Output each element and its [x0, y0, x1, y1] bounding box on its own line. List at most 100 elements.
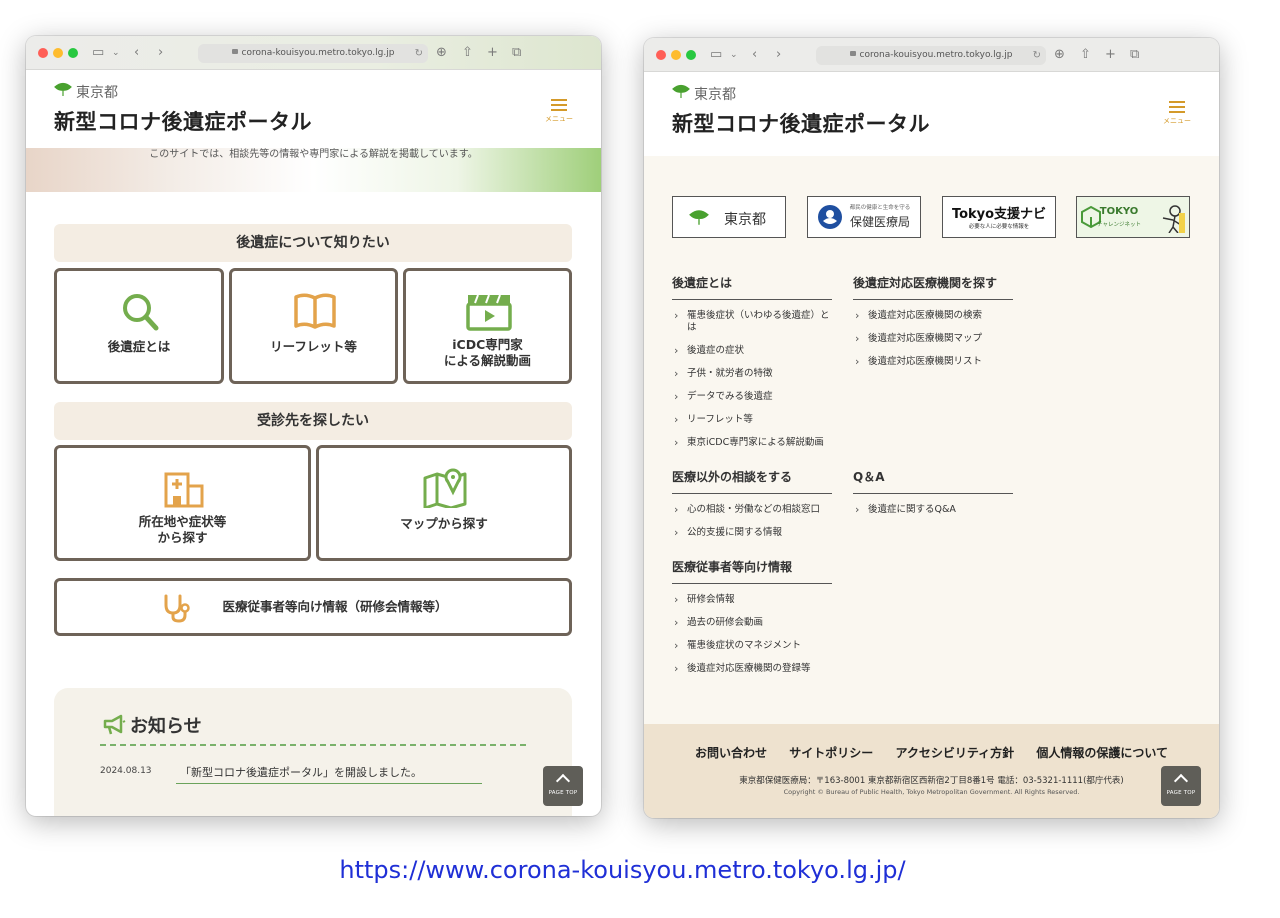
footer-link-site-policy[interactable]: サイトポリシー [789, 746, 873, 760]
new-tab-icon[interactable]: + [1105, 46, 1116, 64]
sitemap-link[interactable]: 後遺症対応医療機関マップ [853, 333, 1013, 345]
card-about-sequelae[interactable]: 後遺症とは [54, 268, 224, 384]
sitemap-link[interactable]: 後遺症に関するQ&A [853, 504, 1013, 516]
address-bar[interactable]: corona-kouisyou.metro.tokyo.lg.jp ↻ [198, 44, 428, 63]
footer-links: お問い合わせ サイトポリシー アクセシビリティ方針 個人情報の保護について [644, 744, 1219, 761]
zoom-window-button[interactable] [686, 50, 696, 60]
sitemap-link[interactable]: 公的支援に関する情報 [672, 527, 832, 539]
address-text: corona-kouisyou.metro.tokyo.lg.jp [859, 50, 1013, 60]
card-search-by-map[interactable]: マップから探す [316, 445, 572, 561]
page-top-button[interactable]: PAGE TOP [1161, 766, 1201, 806]
back-icon[interactable]: ‹ [752, 46, 757, 64]
logo-subtext: 都民の健康と生命を守る [849, 205, 911, 211]
hero-text: このサイトでは、相談先等の情報や専門家による解説を掲載しています。 [149, 149, 478, 160]
news-date: 2024.08.13 [100, 766, 152, 776]
chevron-down-icon[interactable]: ⌄ [112, 44, 120, 62]
menu-button[interactable]: メニュー [545, 96, 573, 124]
minimize-window-button[interactable] [53, 48, 63, 58]
card-search-by-location[interactable]: 所在地や症状等 から探す [54, 445, 311, 561]
sitemap-link[interactable]: 罹患後症状（いわゆる後遺症）とは [672, 310, 832, 334]
card-leaflets[interactable]: リーフレット等 [229, 268, 398, 384]
notice-title: お知らせ [130, 716, 202, 737]
new-tab-icon[interactable]: + [487, 44, 498, 62]
logo-tokyo-shien-navi[interactable]: Tokyo支援ナビ 必要な人に必要な情報を [942, 196, 1056, 238]
sitemap-heading[interactable]: 後遺症とは [672, 274, 832, 300]
close-window-button[interactable] [656, 50, 666, 60]
logo-hokeniryo[interactable]: 都民の健康と生命を守る 保健医療局 [807, 196, 921, 238]
card-icdc-video[interactable]: iCDC専門家 による解説動画 [403, 268, 572, 384]
forward-icon[interactable]: › [776, 46, 781, 64]
sitemap-column-professionals: 医療従事者等向け情報 研修会情報 過去の研修会動画 罹患後症状のマネジメント 後… [672, 558, 832, 686]
video-clapper-icon [466, 294, 512, 331]
sitemap-link[interactable]: 後遺症対応医療機関リスト [853, 356, 1013, 368]
card-label-line1: iCDC専門家 [452, 337, 523, 352]
sitemap-link[interactable]: 研修会情報 [672, 594, 832, 606]
card-label-line2: から探す [157, 530, 208, 545]
forward-icon[interactable]: › [158, 44, 163, 62]
card-label: リーフレット等 [270, 339, 357, 354]
search-icon [123, 294, 159, 331]
sitemap-column-about: 後遺症とは 罹患後症状（いわゆる後遺症）とは 後遺症の症状 子供・就労者の特徴 … [672, 274, 832, 460]
download-icon[interactable]: ⊕ [436, 44, 447, 62]
page-top-button[interactable]: PAGE TOP [543, 766, 583, 806]
sitemap-heading[interactable]: Q＆A [853, 468, 1013, 494]
news-link[interactable]: 「新型コロナ後遺症ポータル」を開設しました。 [176, 764, 482, 784]
page-top-label: PAGE TOP [548, 790, 578, 796]
browser-window-right: ▭ ⌄ ‹ › corona-kouisyou.metro.tokyo.lg.j… [644, 38, 1219, 818]
zoom-window-button[interactable] [68, 48, 78, 58]
hospital-icon [164, 472, 204, 508]
sitemap-heading[interactable]: 医療以外の相談をする [672, 468, 832, 494]
reload-icon[interactable]: ↻ [1033, 46, 1041, 65]
tabs-overview-icon[interactable]: ⧉ [512, 44, 521, 62]
site-title[interactable]: 新型コロナ後遺症ポータル [672, 108, 930, 138]
sitemap-link[interactable]: データでみる後遺症 [672, 391, 832, 403]
ginkgo-leaf-icon [672, 84, 690, 98]
hero-banner: このサイトでは、相談先等の情報や専門家による解説を掲載しています。 [26, 148, 601, 192]
share-icon[interactable]: ⇧ [462, 44, 473, 62]
org-name: 東京都 [694, 87, 736, 103]
minimize-window-button[interactable] [671, 50, 681, 60]
sidebar-icon[interactable]: ▭ [710, 46, 722, 64]
sitemap-link[interactable]: 罹患後症状のマネジメント [672, 640, 832, 652]
close-window-button[interactable] [38, 48, 48, 58]
chevron-down-icon[interactable]: ⌄ [730, 46, 738, 64]
sitemap-link[interactable]: 心の相談・労働などの相談窓口 [672, 504, 832, 516]
sitemap-link[interactable]: 東京iCDC専門家による解説動画 [672, 437, 832, 449]
footer-address: 東京都保健医療局：〒163-8001 東京都新宿区西新宿2丁目8番1号 電話：0… [739, 776, 1124, 786]
footer-link-accessibility[interactable]: アクセシビリティ方針 [895, 746, 1014, 760]
tabs-overview-icon[interactable]: ⧉ [1130, 46, 1139, 64]
ginkgo-leaf-icon [54, 82, 72, 96]
sitemap-heading[interactable]: 医療従事者等向け情報 [672, 558, 832, 584]
card-label: 医療従事者等向け情報（研修会情報等） [222, 599, 448, 614]
sitemap-link[interactable]: 過去の研修会動画 [672, 617, 832, 629]
footer-link-privacy[interactable]: 個人情報の保護について [1036, 746, 1168, 760]
sitemap-link[interactable]: 後遺症対応医療機関の検索 [853, 310, 1013, 322]
sitemap-link[interactable]: 後遺症対応医療機関の登録等 [672, 663, 832, 675]
logo-subtext: 必要な人に必要な情報を [968, 224, 1030, 230]
browser-window-left: ▭ ⌄ ‹ › corona-kouisyou.metro.tokyo.lg.j… [26, 36, 601, 816]
site-title[interactable]: 新型コロナ後遺症ポータル [54, 106, 312, 136]
card-medical-professionals[interactable]: 医療従事者等向け情報（研修会情報等） [54, 578, 572, 636]
lock-icon [849, 51, 856, 56]
section-heading-about: 後遺症について知りたい [54, 224, 572, 262]
sitemap-column-qa: Q＆A 後遺症に関するQ&A [853, 468, 1013, 527]
reload-icon[interactable]: ↻ [415, 44, 423, 63]
logo-tokyo-metro[interactable]: 東京都 [672, 196, 786, 238]
back-icon[interactable]: ‹ [134, 44, 139, 62]
sidebar-icon[interactable]: ▭ [92, 44, 104, 62]
logo-tokyo-challenge-net[interactable]: TOKYO チャレンジネット [1076, 196, 1190, 238]
site-header: 東京都 新型コロナ後遺症ポータル メニュー [644, 72, 1219, 152]
org-name: 東京都 [76, 85, 118, 101]
share-icon[interactable]: ⇧ [1080, 46, 1091, 64]
download-icon[interactable]: ⊕ [1054, 46, 1065, 64]
sitemap-link[interactable]: リーフレット等 [672, 414, 832, 426]
address-bar[interactable]: corona-kouisyou.metro.tokyo.lg.jp ↻ [816, 46, 1046, 65]
sitemap-heading[interactable]: 後遺症対応医療機関を探す [853, 274, 1013, 300]
card-label: 後遺症とは [107, 339, 171, 354]
footer-link-contact[interactable]: お問い合わせ [695, 746, 767, 760]
address-text: corona-kouisyou.metro.tokyo.lg.jp [241, 48, 395, 58]
sitemap-link[interactable]: 子供・就労者の特徴 [672, 368, 832, 380]
sitemap-link[interactable]: 後遺症の症状 [672, 345, 832, 357]
footer-copyright: Copyright © Bureau of Public Health, Tok… [783, 788, 1080, 796]
menu-button[interactable]: メニュー [1163, 98, 1191, 126]
